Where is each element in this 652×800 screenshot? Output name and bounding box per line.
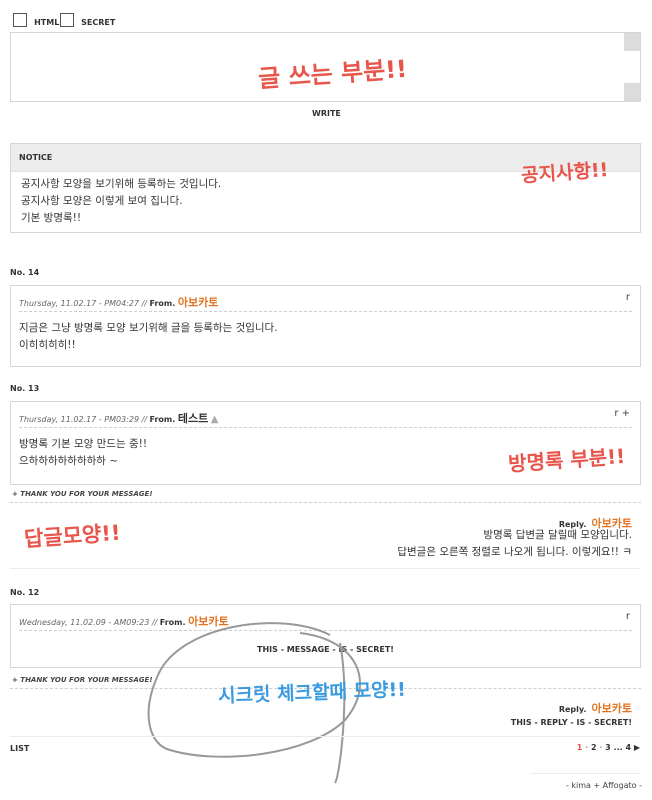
entry-line: 방명록 기본 모양 만드는 중!! [19,438,148,450]
html-option[interactable]: HTML [13,12,59,31]
entry-author[interactable]: 테스트 [178,412,208,425]
entry-box: Thursday, 11.02.17 - PM04:27 // From. 아보… [10,285,641,367]
entry-number: No. 13 [10,384,40,393]
reply-header: Reply. 아보카토 [559,697,632,716]
entry-controls[interactable]: r [626,292,630,303]
page-link[interactable]: 4 [625,743,631,752]
entry-date: Wednesday, 11.02.09 - AM09:23 // [19,618,158,627]
page-link[interactable]: 1 [577,743,583,752]
notice-line: 기본 방명록!! [21,212,82,224]
divider [530,773,641,774]
reply-line: 답변글은 오른쪽 정렬로 나오게 됩니다. 이렇게요!! ㅋ [397,546,632,558]
divider [10,568,641,569]
reply-label: Reply. [558,705,587,714]
entry-meta: Thursday, 11.02.17 - PM03:29 // From. 테스… [19,410,218,426]
divider [10,502,641,503]
scrollbar-bottom[interactable] [624,83,640,101]
reply-annotation: 답글모양!! [23,520,122,552]
entry-number: No. 14 [10,268,40,277]
secret-option-label: SECRET [81,18,116,27]
home-icon[interactable]: ▲ [211,414,219,425]
divider [19,311,632,312]
entry-line: 지금은 그냥 방명록 모양 보기위해 글을 등록하는 것입니다. [19,322,278,334]
notice-body: 공지사항 모양을 보기위해 등록하는 것입니다. 공지사항 모양은 이렇게 보여… [21,176,221,227]
divider [10,736,641,737]
write-button[interactable]: WRITE [312,109,341,118]
thank-you-link[interactable]: + THANK YOU FOR YOUR MESSAGE! [12,676,153,684]
scrollbar-top[interactable] [624,33,640,51]
html-option-label: HTML [34,18,60,27]
entry-body: 지금은 그냥 방명록 모양 보기위해 글을 등록하는 것입니다. 이히히히히!! [19,320,278,354]
entry-line: 으하하하하하하하하 ~ [19,455,119,467]
reply-line: 방명록 답변글 달릴때 모양입니다. [483,529,632,541]
notice-box: NOTICE 공지사항 모양을 보기위해 등록하는 것입니다. 공지사항 모양은… [10,143,641,233]
list-button[interactable]: LIST [10,744,29,753]
entry-line: 이히히히히!! [19,339,76,351]
secret-reply: THIS - REPLY - IS - SECRET! [510,718,632,727]
page-ellipsis: ... [613,743,623,752]
entry-date: Thursday, 11.02.17 - PM04:27 // [19,299,147,308]
entry-meta: Thursday, 11.02.17 - PM04:27 // From. 아보… [19,294,218,310]
from-label: From. [149,299,176,308]
secret-option[interactable]: SECRET [60,12,115,31]
page-link[interactable]: 2 [591,743,597,752]
entry-body: 방명록 기본 모양 만드는 중!! 으하하하하하하하하 ~ [19,436,147,470]
divider [19,427,632,428]
entry-author[interactable]: 아보카토 [178,296,218,309]
pagination: 1 · 2 · 3 ... 4 ▶ [576,743,640,752]
notice-line: 공지사항 모양은 이렇게 보여 집니다. [21,195,183,207]
entry-controls[interactable]: r + [614,408,630,419]
thank-you-link[interactable]: + THANK YOU FOR YOUR MESSAGE! [12,490,153,498]
secret-checkbox[interactable] [60,13,74,27]
html-checkbox[interactable] [13,13,27,27]
entry-number: No. 12 [10,588,40,597]
page-link[interactable]: 3 [605,743,611,752]
next-page-icon[interactable]: ▶ [634,743,640,752]
entry-date: Thursday, 11.02.17 - PM03:29 // [19,415,147,424]
notice-title: NOTICE [19,153,53,162]
credit-text: - kima + Affogato - [565,781,642,790]
entry-controls[interactable]: r [626,611,630,622]
reply-author[interactable]: 아보카토 [592,702,632,715]
from-label: From. [149,415,176,424]
notice-line: 공지사항 모양을 보기위해 등록하는 것입니다. [21,178,222,190]
reply-body: 방명록 답변글 달릴때 모양입니다. 답변글은 오른쪽 정렬로 나오게 됩니다.… [397,527,632,561]
